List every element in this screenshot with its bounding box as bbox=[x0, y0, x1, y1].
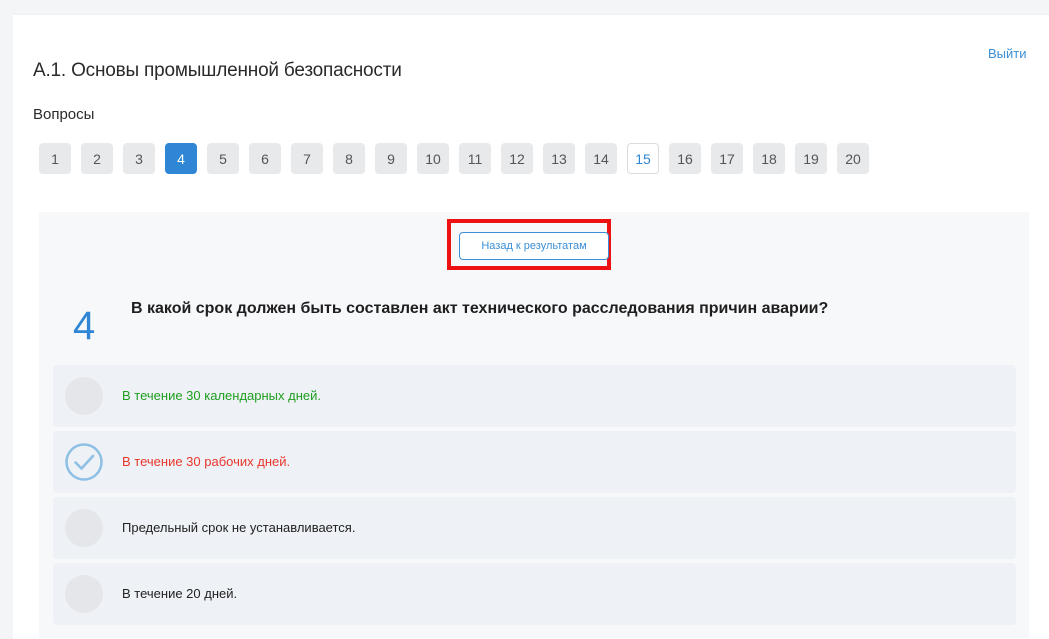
answer-text: В течение 30 рабочих дней. bbox=[122, 454, 291, 469]
answer-text: В течение 20 дней. bbox=[122, 586, 238, 601]
check-circle-icon bbox=[65, 443, 103, 481]
page-button-8[interactable]: 8 bbox=[333, 143, 365, 174]
radio-circle-icon bbox=[65, 377, 103, 415]
question-pager: 1 2 3 4 5 6 7 8 9 10 11 12 13 14 15 16 17 18 19 20 bbox=[39, 143, 879, 174]
page-button-3[interactable]: 3 bbox=[123, 143, 155, 174]
answer-option[interactable]: Предельный срок не устанавливается. bbox=[53, 497, 1016, 559]
page-title: А.1. Основы промышленной безопасности bbox=[33, 60, 402, 81]
page-button-16[interactable]: 16 bbox=[669, 143, 701, 174]
page-button-1[interactable]: 1 bbox=[39, 143, 71, 174]
page-button-12[interactable]: 12 bbox=[501, 143, 533, 174]
question-number: 4 bbox=[73, 304, 96, 348]
answer-option[interactable]: В течение 30 календарных дней. bbox=[53, 365, 1016, 427]
questions-label: Вопросы bbox=[33, 106, 95, 123]
page-button-2[interactable]: 2 bbox=[81, 143, 113, 174]
question-text: В какой срок должен быть составлен акт т… bbox=[131, 300, 829, 317]
page-button-5[interactable]: 5 bbox=[207, 143, 239, 174]
answer-text: Предельный срок не устанавливается. bbox=[122, 520, 356, 535]
page-button-18[interactable]: 18 bbox=[753, 143, 785, 174]
answer-option[interactable]: В течение 20 дней. bbox=[53, 563, 1016, 625]
page-button-14[interactable]: 14 bbox=[585, 143, 617, 174]
page-button-13[interactable]: 13 bbox=[543, 143, 575, 174]
page-button-11[interactable]: 11 bbox=[459, 143, 491, 174]
page-button-19[interactable]: 19 bbox=[795, 143, 827, 174]
answer-text: В течение 30 календарных дней. bbox=[122, 388, 321, 403]
answer-option[interactable]: В течение 30 рабочих дней. bbox=[53, 431, 1016, 493]
page-button-20[interactable]: 20 bbox=[837, 143, 869, 174]
page-button-15[interactable]: 15 bbox=[627, 143, 659, 174]
radio-circle-icon bbox=[65, 509, 103, 547]
page-button-4[interactable]: 4 bbox=[165, 143, 197, 174]
page-button-7[interactable]: 7 bbox=[291, 143, 323, 174]
page-button-17[interactable]: 17 bbox=[711, 143, 743, 174]
page-button-10[interactable]: 10 bbox=[417, 143, 449, 174]
page-button-6[interactable]: 6 bbox=[249, 143, 281, 174]
logout-link[interactable]: Выйти bbox=[988, 46, 1027, 61]
page-button-9[interactable]: 9 bbox=[375, 143, 407, 174]
back-to-results-button[interactable]: Назад к результатам bbox=[459, 232, 609, 260]
radio-circle-icon bbox=[65, 575, 103, 613]
